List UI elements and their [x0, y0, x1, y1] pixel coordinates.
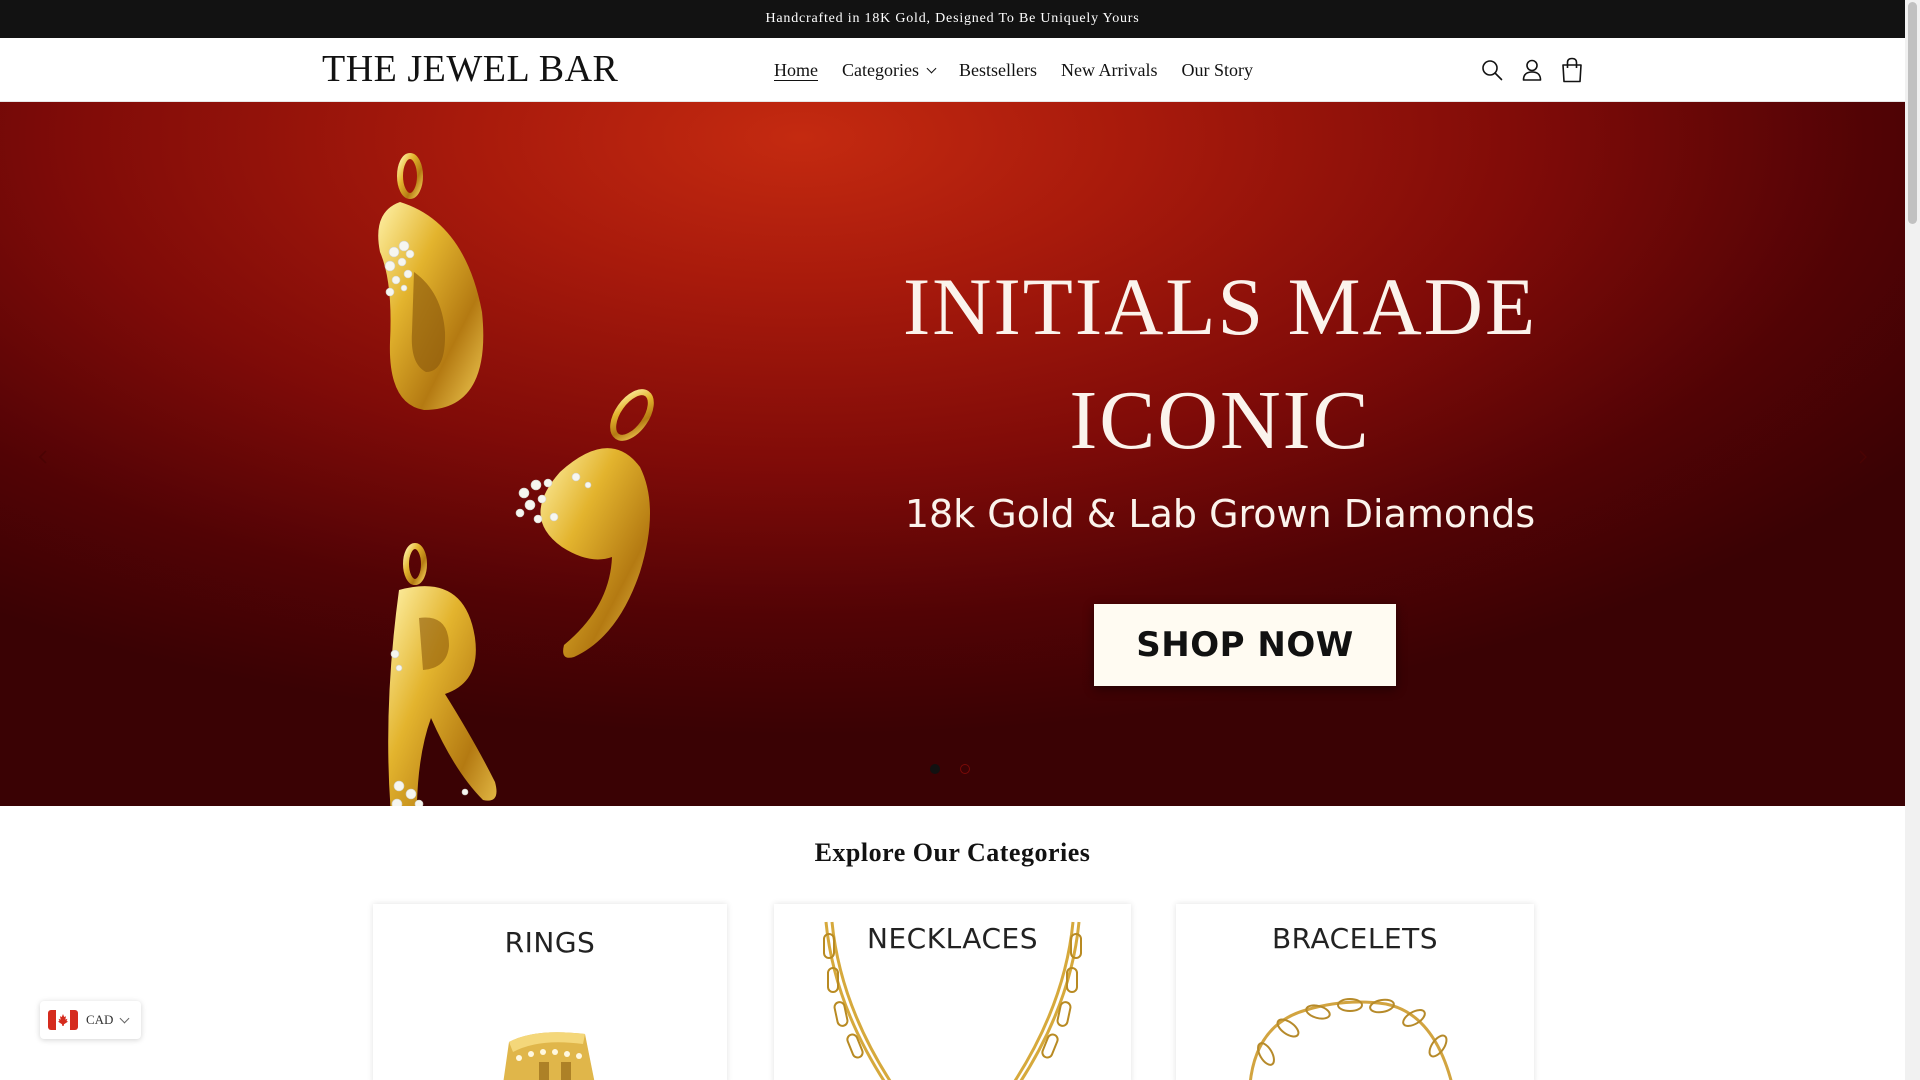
hero-title-line1: INITIALS MADE [902, 261, 1538, 352]
nav-item-label: Home [774, 59, 818, 80]
currency-code: CAD [86, 1012, 114, 1027]
canada-flag-icon [48, 1010, 78, 1030]
search-icon[interactable] [1472, 50, 1512, 90]
slide-dots [930, 764, 970, 774]
necklace-image [823, 921, 1082, 1080]
chevron-down-icon [120, 1013, 130, 1023]
nav-item-label: Our Story [1181, 59, 1253, 80]
nav-item-label: Bestsellers [958, 59, 1037, 80]
cart-icon[interactable] [1552, 50, 1592, 90]
category-card-rings[interactable]: RINGS [373, 904, 727, 1080]
slide-dot-1[interactable] [930, 764, 940, 774]
hero-title-line2: ICONIC [1069, 374, 1371, 467]
categories-heading: Explore Our Categories [814, 838, 1091, 867]
slide-prev-button[interactable] [28, 442, 58, 472]
category-label: BRACELETS [1271, 922, 1439, 955]
page-scrollbar[interactable] [1905, 0, 1920, 1080]
nav-item-our-story[interactable]: Our Story [1169, 60, 1265, 81]
pendant-r-image [388, 543, 497, 806]
scrollbar-thumb[interactable] [1908, 2, 1917, 224]
hero-subtitle: 18k Gold & Lab Grown Diamonds [904, 492, 1536, 536]
category-card-necklaces[interactable]: NECKLACES [774, 904, 1131, 1080]
chevron-right-icon [1859, 450, 1868, 464]
ring-image [503, 1032, 595, 1080]
nav-item-categories[interactable]: Categories [830, 60, 947, 81]
category-card-bracelets[interactable]: BRACELETS [1176, 904, 1534, 1080]
site-header: THE JEWEL BAR Home Categories Bestseller… [0, 38, 1905, 102]
bracelet-image [1249, 998, 1453, 1080]
shop-now-button[interactable]: SHOP NOW [1094, 604, 1396, 686]
nav-item-bestsellers[interactable]: Bestsellers [947, 60, 1049, 81]
nav-item-home[interactable]: Home [762, 60, 830, 81]
store-logo[interactable]: THE JEWEL BAR [322, 47, 618, 91]
nav-item-new-arrivals[interactable]: New Arrivals [1049, 60, 1169, 81]
announcement-bar: Handcrafted in 18K Gold, Designed To Be … [0, 0, 1905, 38]
slide-dot-2[interactable] [960, 764, 970, 774]
nav-item-label: Categories [842, 59, 919, 80]
main-nav: Home Categories Bestsellers New Arrivals… [762, 38, 1265, 102]
slide-next-button[interactable] [1848, 442, 1878, 472]
header-icons [1472, 38, 1592, 102]
hero-banner: INITIALS MADE ICONIC 18k Gold & Lab Grow… [0, 102, 1905, 806]
currency-selector[interactable]: CAD [40, 1001, 141, 1039]
chevron-down-icon [926, 63, 937, 73]
account-icon[interactable] [1512, 50, 1552, 90]
announcement-text: Handcrafted in 18K Gold, Designed To Be … [765, 11, 1140, 26]
category-label: RINGS [504, 926, 596, 959]
nav-item-label: New Arrivals [1060, 59, 1158, 80]
chevron-left-icon [38, 450, 47, 464]
pendant-9-image [515, 389, 654, 658]
pendant-d-image [378, 153, 484, 410]
